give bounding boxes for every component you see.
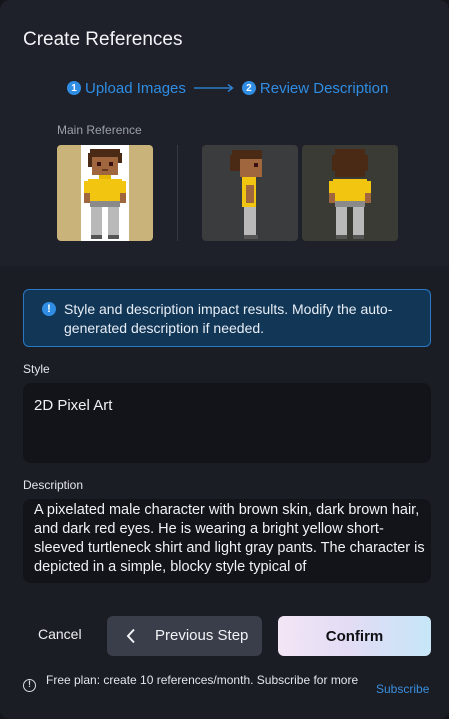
info-banner-text: Style and description impact results. Mo…	[64, 301, 393, 336]
previous-step-button[interactable]: Previous Step	[107, 616, 262, 656]
reference-divider	[177, 145, 178, 241]
description-value: A pixelated male character with brown sk…	[34, 502, 425, 575]
step-upload-images[interactable]: 1 Upload Images	[67, 80, 186, 97]
description-label: Description	[23, 478, 84, 492]
step-label: Upload Images	[85, 79, 186, 97]
step-number: 2	[241, 81, 256, 95]
confirm-label: Confirm	[325, 627, 384, 645]
step-label: Review Description	[259, 79, 389, 97]
cancel-button[interactable]: Cancel	[38, 626, 82, 642]
main-reference-label: Main Reference	[57, 123, 142, 137]
step-number: 1	[67, 81, 81, 95]
arrow-right-icon	[193, 81, 234, 95]
subscribe-link[interactable]: Subscribe	[376, 682, 429, 696]
description-textarea[interactable]: A pixelated male character with brown sk…	[23, 499, 431, 583]
chevron-left-icon	[126, 628, 135, 644]
free-plan-notice: Free plan: create 10 references/month. S…	[46, 673, 359, 687]
main-reference-image[interactable]	[57, 145, 153, 241]
stepper: 1 Upload Images 2 Review Description	[67, 79, 388, 97]
create-references-dialog: Create References 1 Upload Images 2 Revi…	[0, 0, 449, 719]
reference-image-back[interactable]	[302, 145, 398, 241]
alert-circle-icon	[23, 679, 36, 692]
dialog-title: Create References	[23, 29, 183, 50]
confirm-button[interactable]: Confirm	[278, 616, 431, 656]
info-icon: !	[42, 302, 56, 316]
step-review-description[interactable]: 2 Review Description	[241, 79, 389, 97]
style-value: 2D Pixel Art	[34, 397, 113, 414]
style-label: Style	[23, 362, 50, 376]
style-field[interactable]: 2D Pixel Art	[23, 383, 431, 463]
info-banner: ! Style and description impact results. …	[23, 289, 431, 347]
previous-step-label: Previous Step	[155, 627, 249, 644]
reference-image-side[interactable]	[202, 145, 298, 241]
